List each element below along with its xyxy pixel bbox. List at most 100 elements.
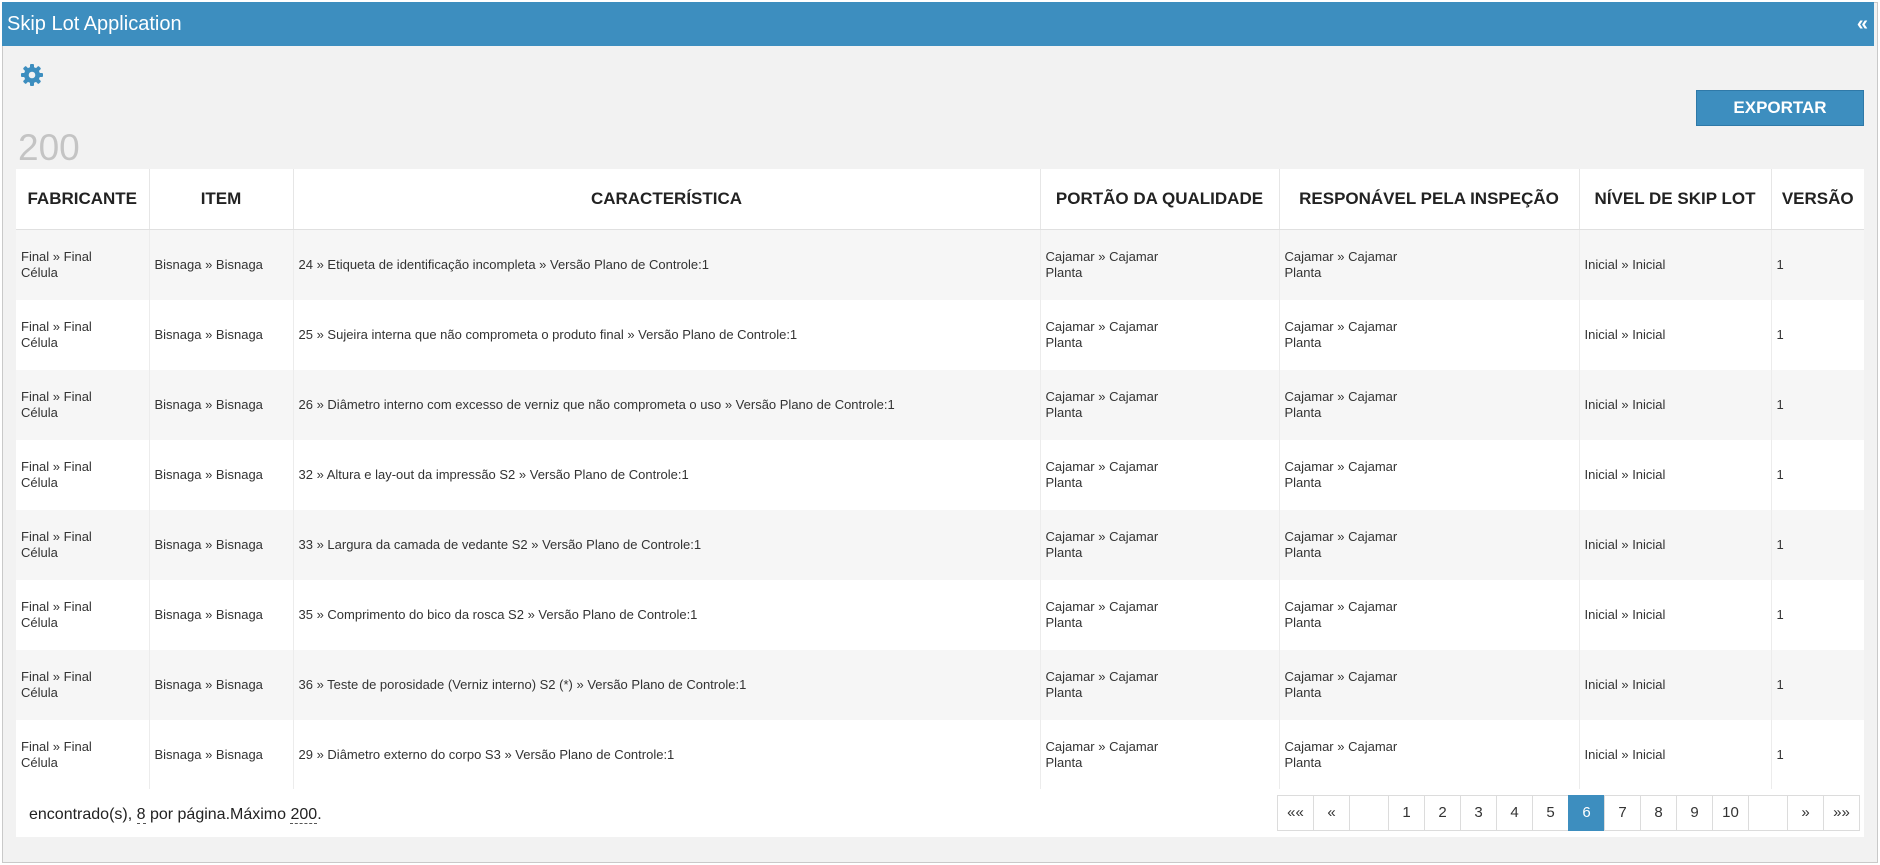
cell-fabricante-line: Célula bbox=[21, 335, 58, 350]
cell-responsavel-line: Planta bbox=[1284, 615, 1322, 630]
cell-responsavel-line: Cajamar » Cajamar bbox=[1284, 459, 1398, 474]
cell-nivel: Inicial » Inicial bbox=[1579, 300, 1772, 370]
gear-icon[interactable] bbox=[20, 63, 44, 87]
cell-responsavel: Cajamar » Cajamar Planta bbox=[1279, 440, 1580, 510]
first-page-button[interactable]: «« bbox=[1277, 795, 1314, 831]
page-button-7[interactable]: 7 bbox=[1604, 795, 1641, 831]
table-row[interactable]: Final » Final Célula Bisnaga » Bisnaga 29 »… bbox=[16, 720, 1864, 790]
cell-portao: Cajamar » Cajamar Planta bbox=[1040, 300, 1280, 370]
cell-nivel: Inicial » Inicial bbox=[1579, 510, 1772, 580]
cell-responsavel: Cajamar » Cajamar Planta bbox=[1279, 300, 1580, 370]
cell-responsavel: Cajamar » Cajamar Planta bbox=[1279, 510, 1580, 580]
table-row[interactable]: Final » Final Célula Bisnaga » Bisnaga 26 »… bbox=[16, 370, 1864, 440]
cell-nivel: Inicial » Inicial bbox=[1579, 720, 1772, 790]
cell-fabricante-line: Final » Final bbox=[21, 529, 92, 544]
table-row[interactable]: Final » Final Célula Bisnaga » Bisnaga 32 »… bbox=[16, 440, 1864, 510]
cell-portao-line: Planta bbox=[1045, 545, 1083, 560]
cell-caracteristica: 35 » Comprimento do bico da rosca S2 » V… bbox=[293, 580, 1041, 650]
cell-portao: Cajamar » Cajamar Planta bbox=[1040, 510, 1280, 580]
cell-versao: 1 bbox=[1771, 229, 1864, 300]
cell-responsavel-line: Cajamar » Cajamar bbox=[1284, 529, 1398, 544]
page-button-10[interactable]: 10 bbox=[1712, 795, 1749, 831]
pagination: «« « 1 2 3 4 5 6 7 8 9 10 » »» bbox=[1277, 795, 1860, 831]
cell-item: Bisnaga » Bisnaga bbox=[149, 370, 294, 440]
cell-portao-line: Cajamar » Cajamar bbox=[1045, 389, 1159, 404]
page-button-4[interactable]: 4 bbox=[1496, 795, 1533, 831]
page-button-6[interactable]: 6 bbox=[1568, 795, 1605, 831]
column-header-fabricante[interactable]: FABRICANTE bbox=[16, 169, 150, 230]
cell-versao: 1 bbox=[1771, 650, 1864, 720]
cell-fabricante-line: Célula bbox=[21, 475, 58, 490]
result-count: 200 bbox=[18, 127, 80, 168]
column-header-nivel[interactable]: NÍVEL DE SKIP LOT bbox=[1579, 169, 1772, 230]
cell-portao: Cajamar » Cajamar Planta bbox=[1040, 720, 1280, 790]
cell-fabricante-line: Final » Final bbox=[21, 319, 92, 334]
cell-versao: 1 bbox=[1771, 370, 1864, 440]
cell-caracteristica: 26 » Diâmetro interno com excesso de ver… bbox=[293, 370, 1041, 440]
cell-item: Bisnaga » Bisnaga bbox=[149, 650, 294, 720]
cell-responsavel-line: Cajamar » Cajamar bbox=[1284, 669, 1398, 684]
cell-nivel: Inicial » Inicial bbox=[1579, 650, 1772, 720]
table-row[interactable]: Final » Final Célula Bisnaga » Bisnaga 24 »… bbox=[16, 229, 1864, 300]
cell-portao-line: Planta bbox=[1045, 405, 1083, 420]
cell-fabricante-line: Final » Final bbox=[21, 669, 92, 684]
cell-portao-line: Cajamar » Cajamar bbox=[1045, 669, 1159, 684]
cell-portao-line: Planta bbox=[1045, 335, 1083, 350]
cell-item: Bisnaga » Bisnaga bbox=[149, 580, 294, 650]
table-header-row: FABRICANTE ITEM CARACTERÍSTICA PORTÃO DA… bbox=[16, 169, 1864, 230]
cell-portao-line: Planta bbox=[1045, 265, 1083, 280]
cell-portao-line: Cajamar » Cajamar bbox=[1045, 319, 1159, 334]
app-title: Skip Lot Application bbox=[7, 13, 182, 35]
prev-page-button[interactable]: « bbox=[1313, 795, 1350, 831]
cell-responsavel-line: Cajamar » Cajamar bbox=[1284, 599, 1398, 614]
table-row[interactable]: Final » Final Célula Bisnaga » Bisnaga 36 »… bbox=[16, 650, 1864, 720]
cell-portao: Cajamar » Cajamar Planta bbox=[1040, 370, 1280, 440]
cell-caracteristica: 24 » Etiqueta de identificação incomplet… bbox=[293, 229, 1041, 300]
cell-nivel: Inicial » Inicial bbox=[1579, 580, 1772, 650]
last-page-button[interactable]: »» bbox=[1823, 795, 1860, 831]
collapse-button[interactable]: « bbox=[1857, 13, 1868, 36]
cell-portao: Cajamar » Cajamar Planta bbox=[1040, 580, 1280, 650]
per-page-value: 8 bbox=[136, 806, 146, 824]
page-button-1[interactable]: 1 bbox=[1388, 795, 1425, 831]
cell-portao-line: Planta bbox=[1045, 475, 1083, 490]
column-header-versao[interactable]: VERSÃO bbox=[1771, 169, 1864, 230]
cell-fabricante-line: Célula bbox=[21, 685, 58, 700]
cell-fabricante-line: Célula bbox=[21, 405, 58, 420]
export-button[interactable]: EXPORTAR bbox=[1696, 90, 1864, 126]
column-header-portao[interactable]: PORTÃO DA QUALIDADE bbox=[1040, 169, 1280, 230]
cell-nivel: Inicial » Inicial bbox=[1579, 370, 1772, 440]
page-button-8[interactable]: 8 bbox=[1640, 795, 1677, 831]
cell-responsavel: Cajamar » Cajamar Planta bbox=[1279, 720, 1580, 790]
table-row[interactable]: Final » Final Célula Bisnaga » Bisnaga 35 »… bbox=[16, 580, 1864, 650]
cell-portao-line: Planta bbox=[1045, 685, 1083, 700]
cell-fabricante-line: Célula bbox=[21, 265, 58, 280]
next-page-button[interactable]: » bbox=[1787, 795, 1824, 831]
table-row[interactable]: Final » Final Célula Bisnaga » Bisnaga 33 »… bbox=[16, 510, 1864, 580]
cell-portao: Cajamar » Cajamar Planta bbox=[1040, 229, 1280, 300]
cell-nivel: Inicial » Inicial bbox=[1579, 229, 1772, 300]
cell-responsavel-line: Planta bbox=[1284, 755, 1322, 770]
page-button-9[interactable]: 9 bbox=[1676, 795, 1713, 831]
column-header-responsavel[interactable]: RESPONÁVEL PELA INSPEÇÃO bbox=[1279, 169, 1580, 230]
column-header-caracteristica[interactable]: CARACTERÍSTICA bbox=[293, 169, 1041, 230]
cell-fabricante: Final » Final Célula bbox=[16, 510, 150, 580]
page-button-5[interactable]: 5 bbox=[1532, 795, 1569, 831]
cell-responsavel: Cajamar » Cajamar Planta bbox=[1279, 650, 1580, 720]
cell-responsavel-line: Planta bbox=[1284, 335, 1322, 350]
page-button-2[interactable]: 2 bbox=[1424, 795, 1461, 831]
page-button-3[interactable]: 3 bbox=[1460, 795, 1497, 831]
cell-fabricante: Final » Final Célula bbox=[16, 650, 150, 720]
cell-fabricante-line: Célula bbox=[21, 615, 58, 630]
cell-fabricante-line: Célula bbox=[21, 545, 58, 560]
cell-fabricante-line: Final » Final bbox=[21, 389, 92, 404]
cell-item: Bisnaga » Bisnaga bbox=[149, 510, 294, 580]
cell-portao-line: Cajamar » Cajamar bbox=[1045, 249, 1159, 264]
summary-mid: por página.Máximo bbox=[145, 806, 291, 823]
table-row[interactable]: Final » Final Célula Bisnaga » Bisnaga 25 »… bbox=[16, 300, 1864, 370]
cell-caracteristica: 29 » Diâmetro externo do corpo S3 » Vers… bbox=[293, 720, 1041, 790]
table-footer: encontrado(s), 8 por página.Máximo 200. … bbox=[16, 789, 1864, 837]
column-header-item[interactable]: ITEM bbox=[149, 169, 294, 230]
cell-fabricante-line: Final » Final bbox=[21, 599, 92, 614]
cell-portao: Cajamar » Cajamar Planta bbox=[1040, 650, 1280, 720]
